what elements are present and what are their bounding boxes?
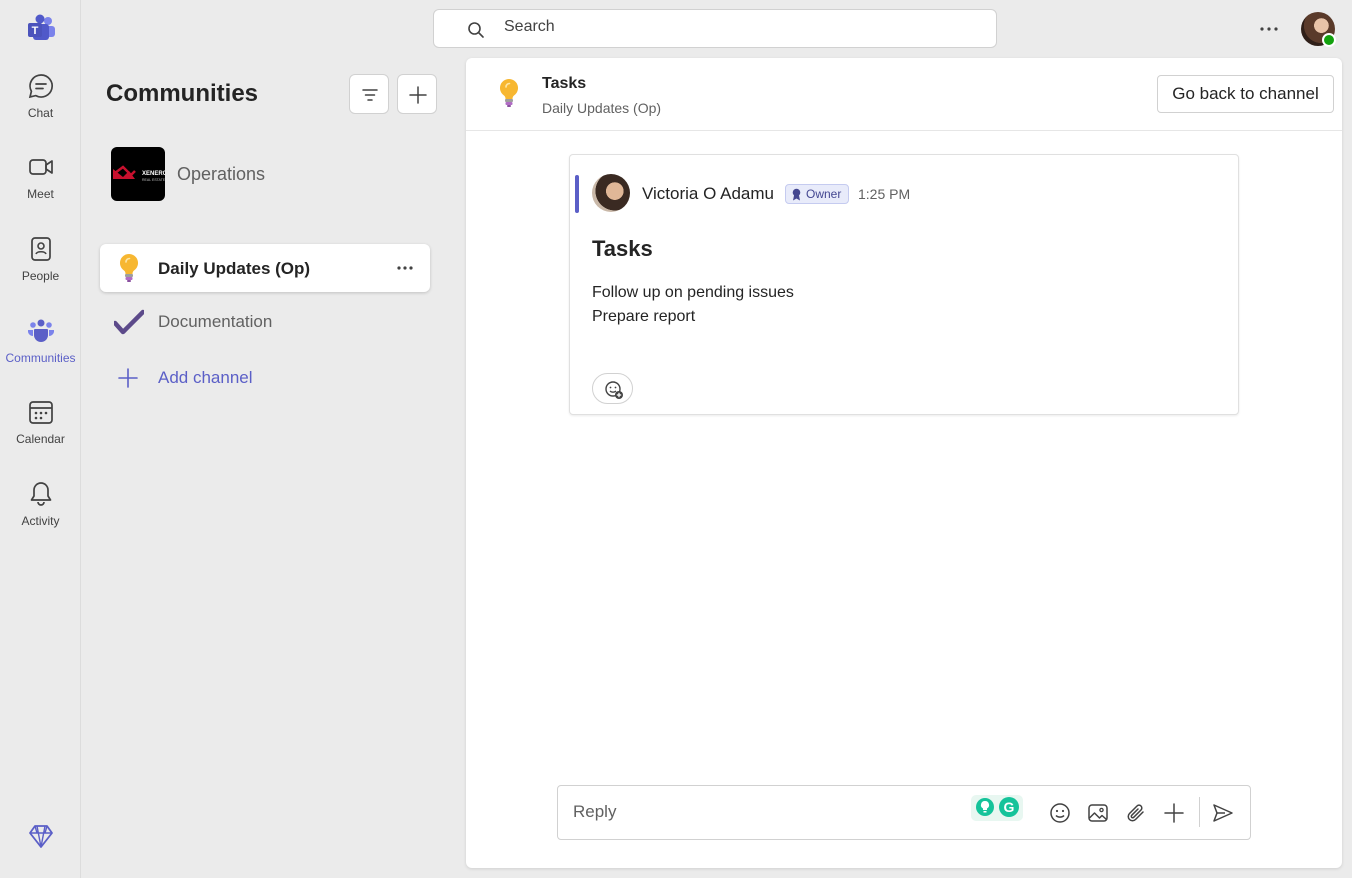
community-logo: XENERGYREAL ESTATE	[111, 147, 165, 201]
premium-diamond-icon[interactable]	[27, 822, 55, 850]
bell-icon	[30, 482, 51, 506]
more-options-icon[interactable]	[1255, 18, 1283, 40]
rail-item-chat[interactable]: Chat	[0, 72, 81, 142]
channel-daily-updates[interactable]: Daily Updates (Op)	[100, 244, 430, 292]
thread-pane: Tasks Daily Updates (Op) Go back to chan…	[466, 58, 1342, 868]
filter-button[interactable]	[349, 74, 389, 114]
message-subject: Tasks	[592, 236, 653, 261]
message-line: Follow up on pending issues	[592, 284, 794, 301]
plus-icon	[409, 86, 427, 104]
rail-item-activity[interactable]: Activity	[0, 480, 81, 550]
image-icon[interactable]	[1086, 801, 1110, 825]
attach-icon[interactable]	[1124, 801, 1148, 825]
people-icon	[30, 237, 51, 261]
filter-icon	[362, 89, 378, 101]
calendar-icon	[28, 401, 53, 424]
rail-item-communities[interactable]: Communities	[0, 317, 81, 387]
presence-available-icon	[1322, 33, 1336, 47]
video-icon	[28, 159, 53, 175]
thread-header: Tasks Daily Updates (Op) Go back to chan…	[466, 58, 1342, 131]
author-avatar[interactable]	[592, 174, 630, 212]
add-channel-button[interactable]: Add channel	[100, 355, 430, 400]
channel-name: Daily Updates (Op)	[158, 259, 311, 278]
checkmark-icon	[112, 305, 146, 337]
plus-icon	[118, 368, 138, 388]
app-rail: T Chat Meet People Communities Calendar …	[0, 0, 81, 878]
send-icon[interactable]	[1211, 801, 1235, 825]
rail-label: Meet	[27, 187, 54, 201]
grammarly-icon[interactable]: G	[971, 794, 1023, 822]
channel-name: Documentation	[158, 312, 273, 331]
thread-title: Tasks	[542, 75, 587, 92]
rail-label: Calendar	[16, 432, 65, 446]
rail-item-calendar[interactable]: Calendar	[0, 398, 81, 468]
svg-text:T: T	[32, 25, 39, 37]
rail-label: Chat	[27, 106, 54, 120]
channel-more-icon[interactable]	[394, 258, 416, 278]
svg-text:REAL ESTATE: REAL ESTATE	[142, 178, 165, 182]
rail-item-people[interactable]: People	[0, 235, 81, 305]
message-accent-bar	[575, 175, 579, 213]
panel-title: Communities	[106, 80, 259, 107]
rail-label: People	[21, 269, 60, 283]
message-line: Prepare report	[592, 308, 696, 325]
svg-text:XENERGY: XENERGY	[142, 171, 165, 177]
plus-icon[interactable]	[1162, 801, 1186, 825]
thread-channel-name: Daily Updates (Op)	[542, 100, 662, 116]
go-back-to-channel-button[interactable]: Go back to channel	[1157, 75, 1334, 113]
add-channel-label: Add channel	[158, 368, 253, 387]
reply-input[interactable]	[573, 802, 953, 822]
search-box[interactable]	[433, 9, 997, 48]
teams-logo-icon[interactable]: T	[26, 14, 56, 42]
author-name[interactable]: Victoria O Adamu	[642, 184, 774, 204]
add-community-button[interactable]	[397, 74, 437, 114]
toolbar-divider	[1199, 797, 1200, 827]
community-operations[interactable]: XENERGYREAL ESTATE Operations	[111, 147, 431, 202]
rail-item-meet[interactable]: Meet	[0, 153, 81, 223]
search-input[interactable]	[504, 18, 904, 36]
channel-documentation[interactable]: Documentation	[100, 297, 430, 345]
chat-icon	[28, 74, 53, 99]
add-reaction-button[interactable]	[592, 373, 633, 404]
owner-badge: Owner	[785, 184, 850, 204]
message-timestamp: 1:25 PM	[858, 186, 911, 202]
ribbon-icon	[792, 188, 801, 201]
emoji-add-icon	[605, 381, 623, 399]
rail-label: Activity	[21, 514, 60, 528]
lightbulb-icon	[494, 74, 524, 112]
svg-text:G: G	[1004, 799, 1015, 815]
message-card: Victoria O Adamu Owner 1:25 PM Tasks Fol…	[569, 154, 1239, 415]
reply-compose-box[interactable]: G	[557, 785, 1251, 840]
emoji-icon[interactable]	[1048, 801, 1072, 825]
owner-badge-label: Owner	[806, 187, 842, 201]
lightbulb-icon	[114, 252, 144, 284]
rail-label: Communities	[5, 351, 76, 365]
community-name: Operations	[177, 164, 266, 184]
search-icon	[468, 22, 484, 38]
communities-icon	[27, 319, 54, 342]
